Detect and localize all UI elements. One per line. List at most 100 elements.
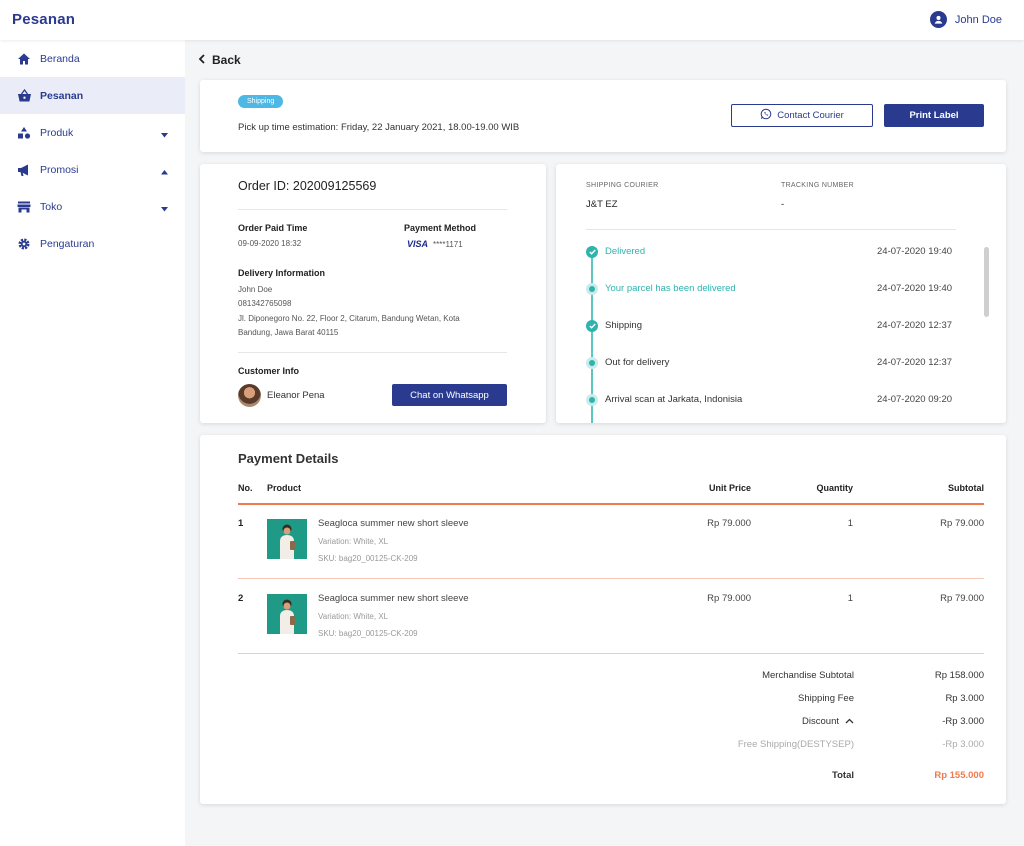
- row-divider: [238, 653, 984, 654]
- card-number: ****1171: [433, 239, 463, 249]
- visa-logo: VISA: [407, 239, 429, 249]
- sidebar-item-label: Produk: [40, 126, 74, 139]
- divider: [238, 352, 507, 353]
- status-dot-icon: [586, 394, 598, 406]
- merch-subtotal-label: Merchandise Subtotal: [762, 670, 854, 681]
- timeline-status: Delivered: [605, 246, 646, 257]
- divider: [238, 209, 507, 210]
- total-label: Total: [832, 770, 854, 781]
- basket-icon: [16, 88, 32, 104]
- contact-courier-label: Contact Courier: [777, 110, 844, 121]
- col-header-unit-price: Unit Price: [708, 483, 751, 493]
- sidebar-item-label: Promosi: [40, 163, 79, 176]
- timeline-time: 24-07-2020 12:37: [877, 320, 953, 331]
- discount-toggle[interactable]: Discount: [802, 716, 854, 727]
- timeline-time: 24-07-2020 19:40: [877, 246, 953, 257]
- sidebar-item-label: Pesanan: [40, 89, 84, 102]
- tracking-card: SHIPPING COURIER J&T EZ TRACKING NUMBER …: [556, 164, 1006, 423]
- back-button[interactable]: Back: [198, 53, 241, 67]
- col-header-quantity: Quantity: [816, 483, 853, 493]
- store-icon: [16, 199, 32, 215]
- user-menu[interactable]: John Doe: [929, 11, 1002, 28]
- tracking-number-label: TRACKING NUMBER: [781, 182, 854, 189]
- discount-value: -Rp 3.000: [942, 716, 984, 727]
- discount-label: Discount: [802, 716, 839, 727]
- customer-avatar: [238, 384, 261, 407]
- timeline-item: Shipping 24-07-2020 12:37: [556, 318, 956, 334]
- delivery-address-line: Bandung, Jawa Barat 40115: [238, 328, 339, 337]
- sidebar-item-produk[interactable]: Produk: [0, 114, 185, 151]
- shipping-fee-label: Shipping Fee: [798, 693, 854, 704]
- top-bar: Pesanan John Doe: [0, 0, 1024, 40]
- print-label-button[interactable]: Print Label: [884, 104, 984, 127]
- timeline-time: 24-07-2020 09:20: [877, 394, 953, 405]
- paid-time-label: Order Paid Time: [238, 223, 308, 233]
- status-card: Shipping Pick up time estimation: Friday…: [200, 80, 1006, 152]
- scrollbar-thumb[interactable]: [984, 247, 989, 317]
- payment-details-title: Payment Details: [238, 451, 339, 466]
- caret-down-icon: [161, 129, 168, 141]
- page-title: Pesanan: [12, 11, 76, 28]
- shipping-courier-value: J&T EZ: [586, 199, 618, 210]
- timeline-status: Your parcel has been delivered: [605, 283, 736, 294]
- col-header-product: Product: [267, 483, 302, 493]
- product-name: Seagloca summer new short sleeve: [318, 518, 469, 529]
- contact-courier-button[interactable]: Contact Courier: [731, 104, 873, 127]
- timeline-time: 24-07-2020 12:37: [877, 357, 953, 368]
- megaphone-icon: [16, 162, 32, 178]
- shipping-courier-label: SHIPPING COURIER: [586, 182, 659, 189]
- caret-up-icon: [161, 166, 168, 178]
- sidebar-item-toko[interactable]: Toko: [0, 188, 185, 225]
- product-name: Seagloca summer new short sleeve: [318, 593, 469, 604]
- sidebar-item-beranda[interactable]: Beranda: [0, 40, 185, 77]
- free-shipping-value: -Rp 3.000: [942, 739, 984, 750]
- product-thumbnail: [267, 519, 307, 559]
- table-row: 1 Seagloca summer new short sleeve Variati…: [200, 507, 1006, 581]
- timeline-item: Delivered 24-07-2020 19:40: [556, 244, 956, 260]
- delivery-phone: 081342765098: [238, 299, 292, 308]
- whatsapp-icon: [760, 108, 772, 123]
- delivery-address-line: Jl. Diponegoro No. 22, Floor 2, Citarum,…: [238, 314, 460, 323]
- sidebar-item-pengaturan[interactable]: Pengaturan: [0, 225, 185, 262]
- sidebar-item-promosi[interactable]: Promosi: [0, 151, 185, 188]
- unit-price: Rp 79.000: [707, 518, 751, 529]
- row-divider: [238, 578, 984, 579]
- subtotal: Rp 79.000: [940, 593, 984, 604]
- shipping-fee-value: Rp 3.000: [945, 693, 984, 704]
- timeline-item: Your parcel has been delivered 24-07-2020…: [556, 281, 956, 297]
- timeline-status: Arrival scan at Jarkata, Indonisia: [605, 394, 743, 405]
- status-dot-icon: [586, 357, 598, 369]
- user-name: John Doe: [954, 13, 1002, 26]
- status-badge: Shipping: [238, 95, 284, 108]
- gear-icon: [16, 236, 32, 252]
- chevron-up-icon: [845, 716, 854, 727]
- col-header-subtotal: Subtotal: [948, 483, 984, 493]
- quantity: 1: [847, 593, 853, 604]
- check-circle-icon: [586, 320, 598, 332]
- sidebar-item-label: Pengaturan: [40, 237, 95, 250]
- timeline-time: 24-07-2020 19:40: [877, 283, 953, 294]
- header-divider: [238, 503, 984, 505]
- total-value: Rp 155.000: [934, 770, 984, 781]
- product-variation: Variation: White, XL: [318, 537, 389, 546]
- col-header-no: No.: [238, 483, 253, 493]
- customer-name: Eleanor Pena: [267, 390, 325, 401]
- delivery-info-label: Delivery Information: [238, 268, 326, 278]
- table-row: 2 Seagloca summer new short sleeve Variati…: [200, 582, 1006, 656]
- timeline-item: Arrival scan at Jarkata, Indonisia 24-07-…: [556, 392, 956, 408]
- timeline-item: Out for delivery 24-07-2020 12:37: [556, 355, 956, 371]
- payment-method: VISA ****1171: [407, 239, 463, 249]
- quantity: 1: [847, 518, 853, 529]
- sidebar-item-label: Toko: [40, 200, 63, 213]
- user-avatar-icon: [929, 11, 947, 28]
- sidebar-item-pesanan[interactable]: Pesanan: [0, 77, 185, 114]
- product-sku: SKU: bag20_00125-CK-209: [318, 554, 418, 563]
- sidebar: Beranda Pesanan Produk Promosi Toko Peng…: [0, 40, 185, 846]
- unit-price: Rp 79.000: [707, 593, 751, 604]
- timeline-status: Out for delivery: [605, 357, 670, 368]
- row-number: 2: [238, 593, 244, 604]
- row-number: 1: [238, 518, 244, 529]
- chat-whatsapp-button[interactable]: Chat on Whatsapp: [392, 384, 507, 406]
- caret-down-icon: [161, 203, 168, 215]
- free-shipping-label: Free Shipping(DESTYSEP): [737, 739, 854, 750]
